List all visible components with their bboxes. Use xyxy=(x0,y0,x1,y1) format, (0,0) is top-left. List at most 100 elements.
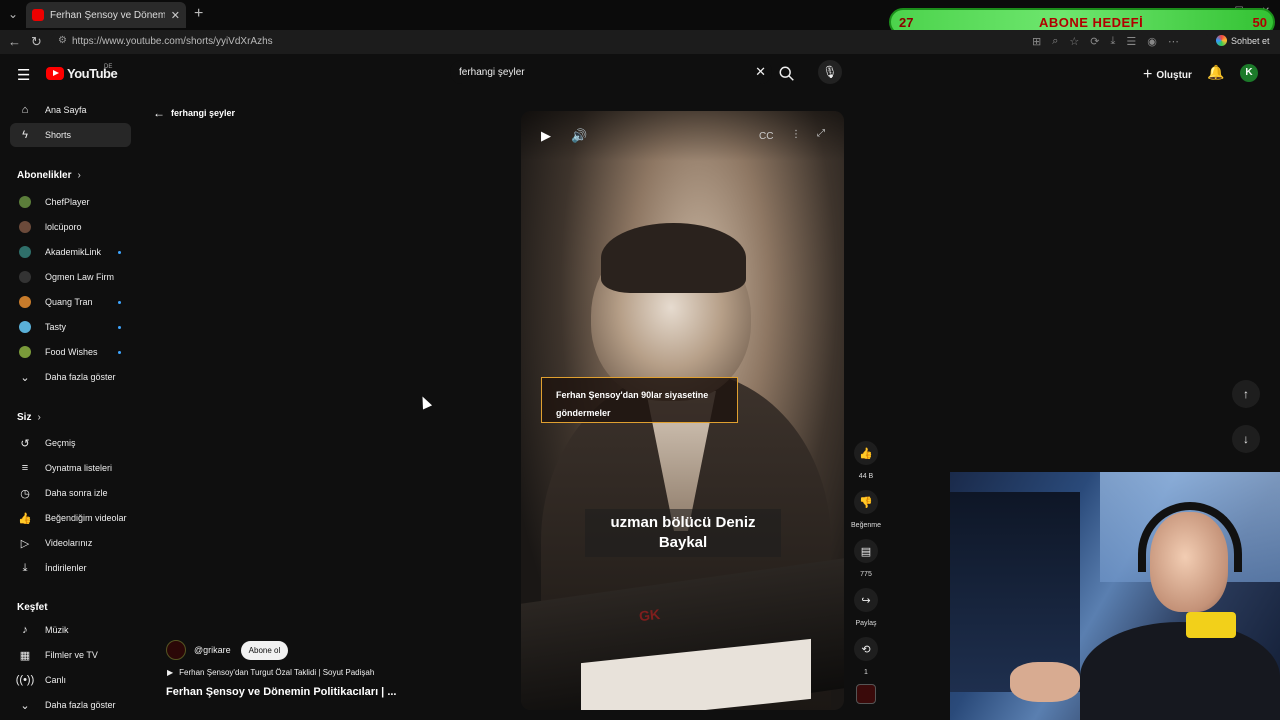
sidebar-item-show-more[interactable]: ⌄ Daha fazla göster xyxy=(10,365,131,389)
sound-thumbnail[interactable] xyxy=(856,684,876,704)
search-icon[interactable] xyxy=(778,65,796,83)
webcam-person-hand xyxy=(1010,662,1080,702)
explore-heading: Keşfet xyxy=(17,602,48,613)
sidebar-item-subscription[interactable]: lolcüporo xyxy=(10,215,131,239)
create-button[interactable]: + Oluştur xyxy=(1143,66,1192,84)
dislike-label: Beğenme xyxy=(851,522,881,529)
captions-icon[interactable]: CC xyxy=(759,131,773,142)
tab-close-icon[interactable]: ✕ xyxy=(171,9,180,22)
dislike-action[interactable]: 👎 Beğenme xyxy=(851,490,881,529)
sidebar-item-subscription[interactable]: AkademikLink xyxy=(10,240,131,264)
bookmark-icon[interactable]: ☆ xyxy=(1069,35,1079,48)
extensions-icon[interactable]: ⊞ xyxy=(1032,35,1041,48)
back-to-search-link[interactable]: ← ferhangi şeyler xyxy=(153,106,235,120)
account-avatar[interactable]: K xyxy=(1240,64,1258,82)
tab-title: Ferhan Şensoy ve Dönemin Politik xyxy=(50,9,165,21)
channel-handle[interactable]: @grikare xyxy=(194,645,231,655)
site-info-icon[interactable]: ⚙ xyxy=(58,35,67,46)
zoom-icon[interactable]: ⌕ xyxy=(1052,35,1058,48)
channel-avatar xyxy=(19,196,31,208)
comment-icon[interactable]: ▤ xyxy=(854,539,878,563)
sidebar-item-label: AkademikLink xyxy=(45,247,102,257)
sidebar-item-your-videos[interactable]: ▷ Videolarınız xyxy=(10,531,131,555)
browser-tab[interactable]: Ferhan Şensoy ve Dönemin Politik ✕ xyxy=(26,2,186,28)
comments-action[interactable]: ▤ 775 xyxy=(852,539,880,578)
new-content-dot xyxy=(118,300,121,304)
short-title[interactable]: Ferhan Şensoy ve Dönemin Politikacıları … xyxy=(166,686,396,698)
plus-icon: + xyxy=(1143,66,1153,83)
sidebar-item-subscription[interactable]: Ogmen Law Firm xyxy=(10,265,131,289)
sidebar-item-playlists[interactable]: ≡ Oynatma listeleri xyxy=(10,456,131,480)
sidebar-item-subscription[interactable]: Food Wishes xyxy=(10,340,131,364)
reload-icon[interactable]: ↻ xyxy=(31,34,42,50)
related-playlist-link[interactable]: ▶ Ferhan Şensoy'dan Turgut Özal Taklidi … xyxy=(167,668,374,677)
sidebar-item-home[interactable]: ⌂ Ana Sayfa xyxy=(10,98,131,122)
next-short-arrow-down-icon[interactable]: ↓ xyxy=(1232,425,1260,453)
sidebar-item-label: Daha sonra izle xyxy=(45,488,108,498)
sidebar-item-show-more[interactable]: ⌄ Daha fazla göster xyxy=(10,693,131,717)
you-heading[interactable]: Siz › xyxy=(17,412,41,423)
sidebar-item-label: Beğendiğim videolar xyxy=(45,513,127,523)
shorts-icon: ϟ xyxy=(22,129,28,141)
playlists-icon: ≡ xyxy=(21,462,29,474)
menu-icon[interactable]: ☰ xyxy=(17,66,30,84)
subscribe-button[interactable]: Abone ol xyxy=(240,640,289,660)
new-tab-icon[interactable]: + xyxy=(194,5,203,23)
remix-icon[interactable]: ⟲ xyxy=(854,637,878,661)
watermark-logo: GK xyxy=(638,605,661,625)
clock-icon: ◷ xyxy=(20,487,30,500)
fullscreen-icon[interactable]: ⤢ xyxy=(817,128,825,139)
sidebar-item-music[interactable]: ♪ Müzik xyxy=(10,618,131,642)
thumbs-down-icon[interactable]: 👎 xyxy=(854,490,878,514)
tab-list-chevron-icon[interactable]: ⌄ xyxy=(4,5,22,23)
goal-end-count: 50 xyxy=(1252,15,1267,30)
reading-list-icon[interactable]: ☰ xyxy=(1126,35,1136,48)
refresh-ext-icon[interactable]: ⟳ xyxy=(1090,35,1099,48)
back-icon[interactable]: ← xyxy=(8,34,21,49)
sidebar-item-history[interactable]: ↺ Geçmiş xyxy=(10,431,131,455)
search-input[interactable]: ferhangi şeyler ✕ xyxy=(450,60,772,84)
like-action[interactable]: 👍 44 B xyxy=(852,441,880,480)
channel-avatar[interactable] xyxy=(166,640,186,660)
youtube-play-icon xyxy=(46,67,64,80)
sidebar-item-label: İndirilenler xyxy=(45,563,87,573)
previous-short-arrow-up-icon[interactable]: ↑ xyxy=(1232,380,1260,408)
subscriptions-heading[interactable]: Abonelikler › xyxy=(17,170,81,181)
sidebar-item-live[interactable]: ((•)) Canlı xyxy=(10,668,131,692)
microphone-icon[interactable]: 🎙 xyxy=(818,60,842,84)
more-options-icon[interactable]: ⋮ xyxy=(791,129,801,140)
search-value: ferhangi şeyler xyxy=(459,67,525,78)
new-content-dot xyxy=(118,250,121,254)
share-action[interactable]: ↪ Paylaş xyxy=(852,588,880,627)
profile-icon[interactable]: ◉ xyxy=(1147,35,1157,48)
sidebar-item-downloads[interactable]: ⤓ İndirilenler xyxy=(10,556,131,580)
sidebar-item-subscription[interactable]: Quang Tran xyxy=(10,290,131,314)
video-frame-hair xyxy=(601,223,746,293)
chevron-right-icon: › xyxy=(37,412,41,423)
sidebar-item-watch-later[interactable]: ◷ Daha sonra izle xyxy=(10,481,131,505)
chat-button[interactable]: Sohbet et xyxy=(1216,35,1270,46)
channel-avatar xyxy=(19,296,31,308)
sidebar-item-movies[interactable]: ▦ Filmler ve TV xyxy=(10,643,131,667)
share-icon[interactable]: ↪ xyxy=(854,588,878,612)
clear-search-icon[interactable]: ✕ xyxy=(755,64,766,80)
volume-icon[interactable]: 🔊 xyxy=(571,128,587,144)
mouse-cursor-icon xyxy=(417,394,433,410)
chevron-down-icon: ⌄ xyxy=(20,371,30,384)
download-icon[interactable]: ⤓ xyxy=(1110,35,1115,48)
sidebar-item-label: Videolarınız xyxy=(45,538,93,548)
notifications-bell-icon[interactable]: 🔔 xyxy=(1207,64,1224,81)
shorts-video-player[interactable]: ▶ 🔊 CC ⋮ ⤢ Ferhan Şensoy'dan 90lar siyas… xyxy=(521,111,844,710)
sidebar-item-shorts[interactable]: ϟ Shorts xyxy=(10,123,131,147)
caption-text: Ferhan Şensoy'dan 90lar siyasetine gönde… xyxy=(556,390,709,418)
sidebar-item-liked-videos[interactable]: 👍 Beğendiğim videolar xyxy=(10,506,131,530)
more-icon[interactable]: ⋯ xyxy=(1168,35,1179,48)
play-icon[interactable]: ▶ xyxy=(541,128,551,144)
thumbs-up-icon[interactable]: 👍 xyxy=(854,441,878,465)
channel-avatar xyxy=(19,346,31,358)
webcam-person-body xyxy=(1080,622,1280,720)
sidebar-item-subscription[interactable]: ChefPlayer xyxy=(10,190,131,214)
sidebar-item-subscription[interactable]: Tasty xyxy=(10,315,131,339)
remix-action[interactable]: ⟲ 1 xyxy=(852,637,880,676)
copilot-icon xyxy=(1216,35,1227,46)
